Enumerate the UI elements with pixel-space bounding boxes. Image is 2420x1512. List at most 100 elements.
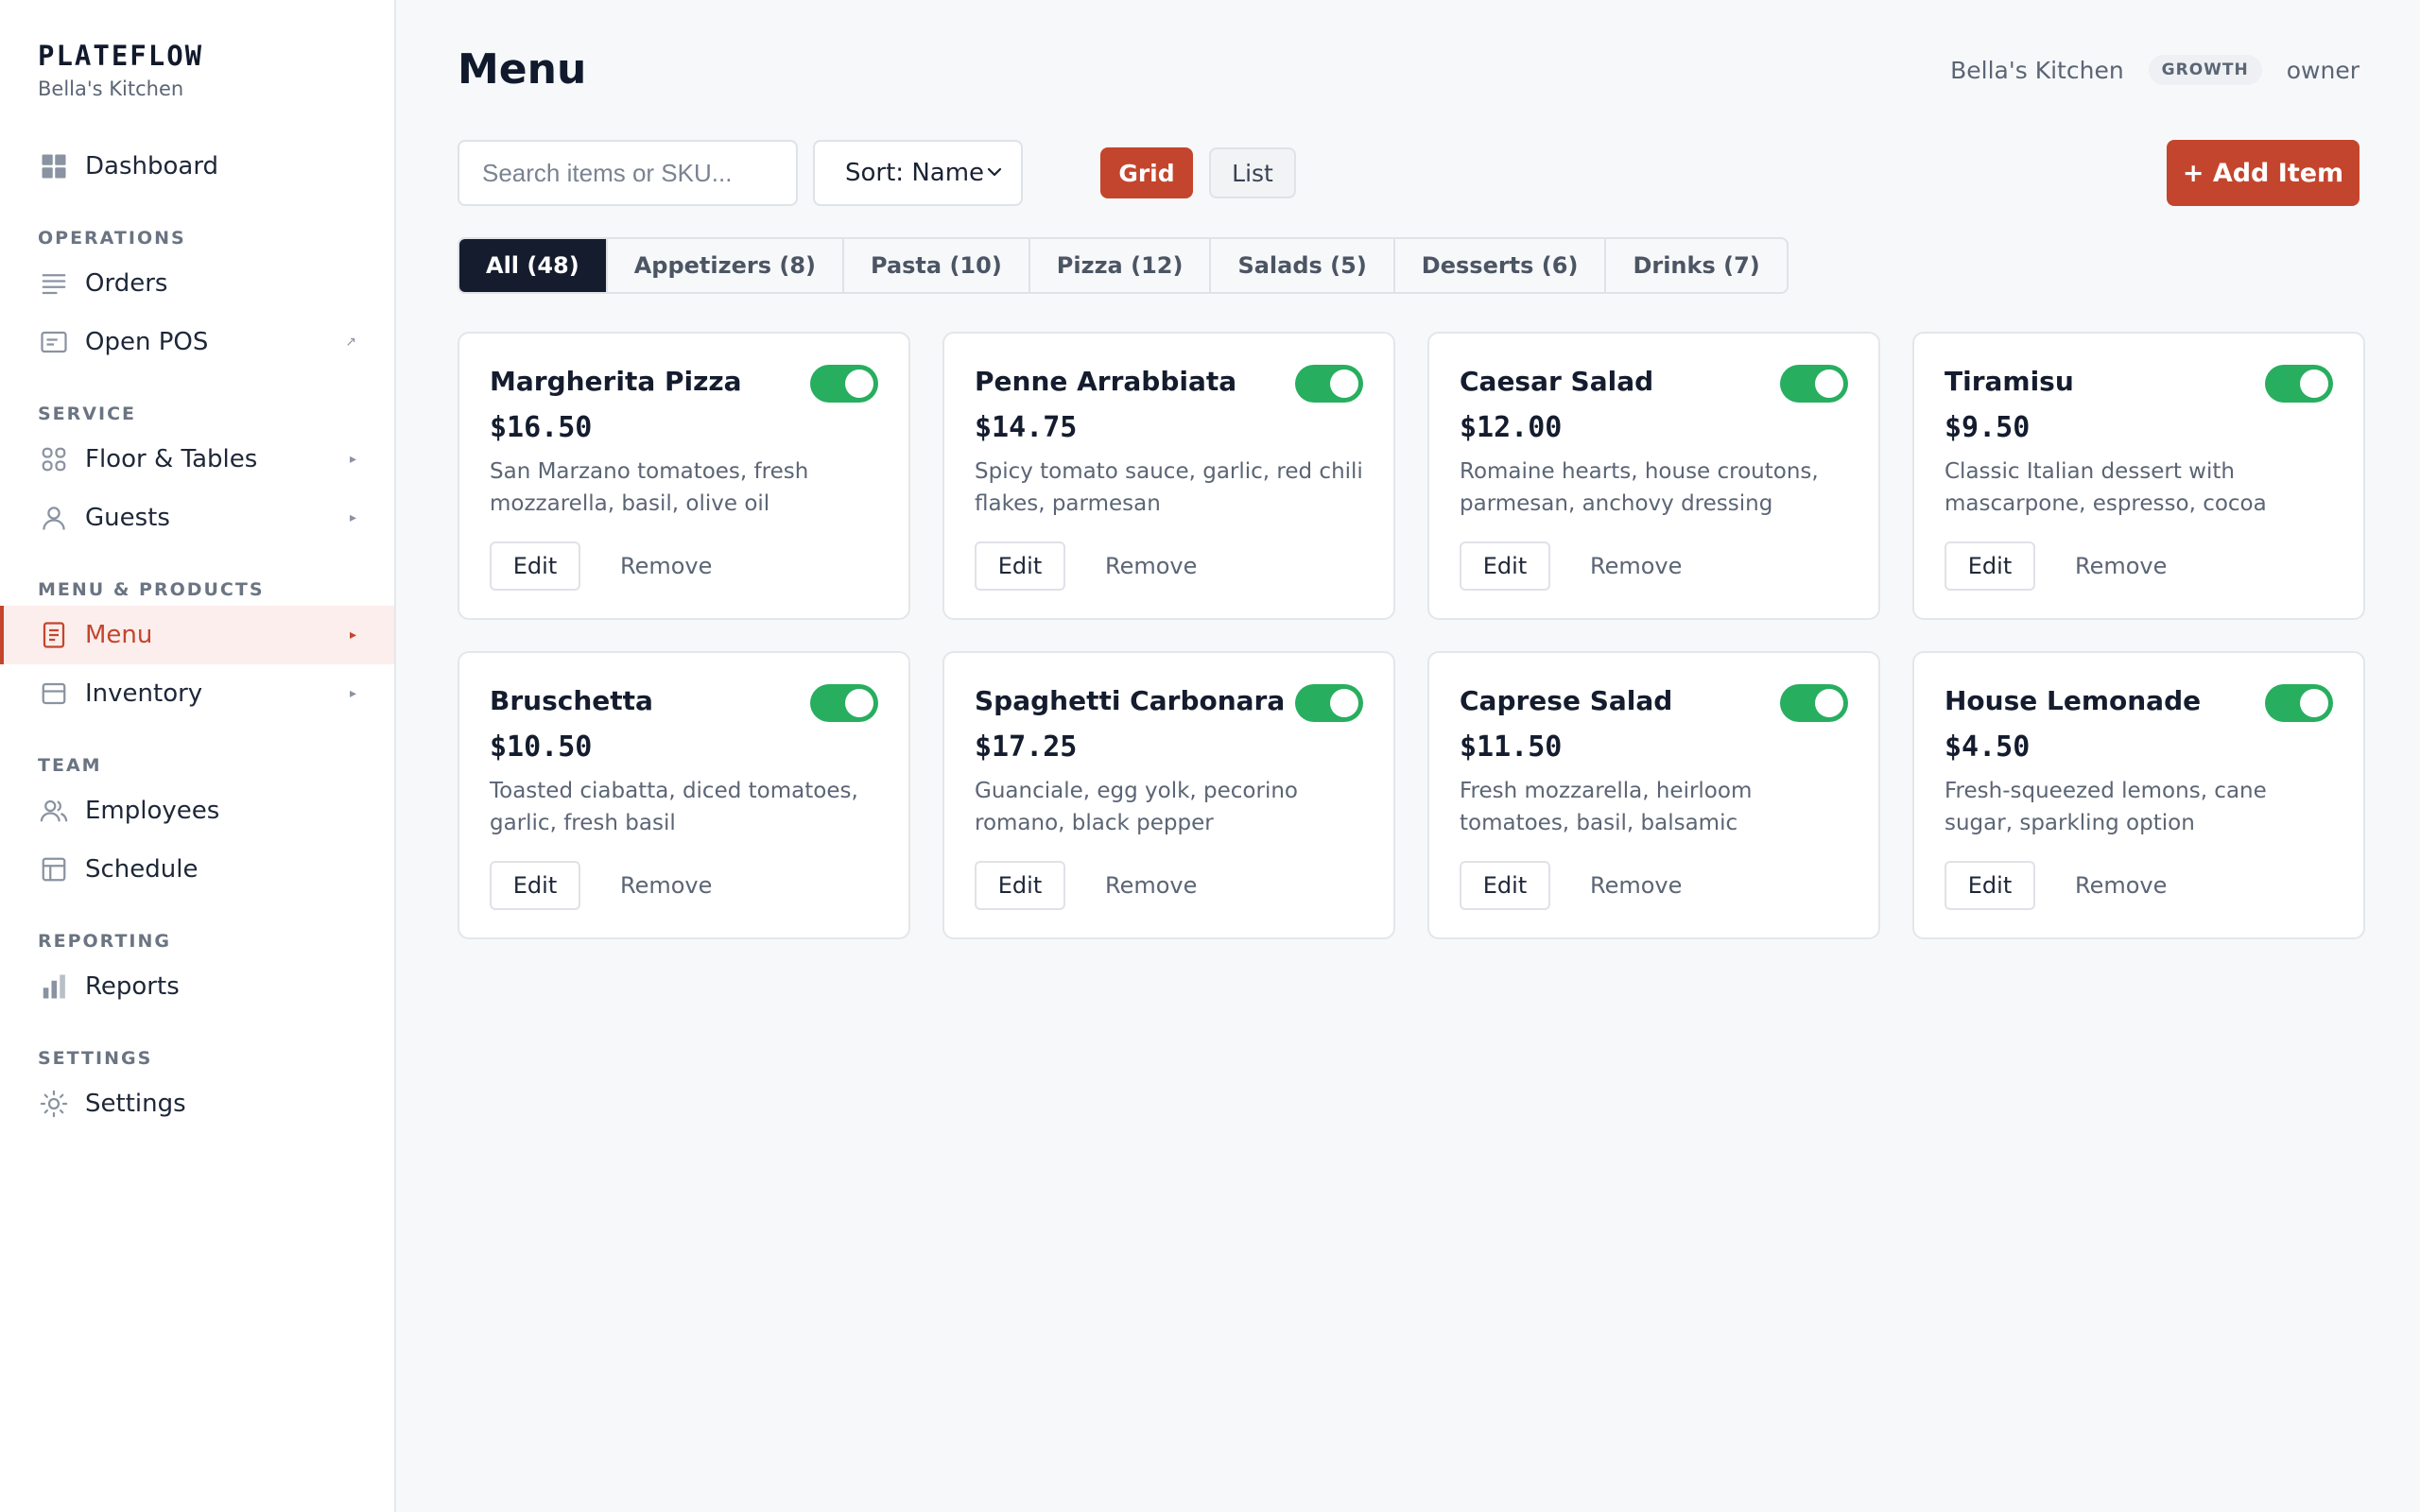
menu-item-card: House Lemonade $4.50 Fresh-squeezed lemons… xyxy=(1912,651,2365,939)
sidebar-item-reports[interactable]: Reports xyxy=(0,957,394,1016)
availability-toggle[interactable] xyxy=(810,684,878,722)
sidebar-item-floor-tables[interactable]: Floor & Tables ▸ xyxy=(0,430,394,489)
sidebar-item-menu[interactable]: Menu ▸ xyxy=(0,606,394,664)
menu-document-icon xyxy=(36,617,72,653)
menu-item-card: Caesar Salad $12.00 Romaine hearts, house … xyxy=(1427,332,1880,620)
category-tab[interactable]: Appetizers (8) xyxy=(608,239,844,292)
add-item-button[interactable]: + Add Item xyxy=(2167,140,2360,206)
item-price: $16.50 xyxy=(490,411,593,444)
sidebar-item-guests[interactable]: Guests ▸ xyxy=(0,489,394,547)
item-description: Spicy tomato sauce, garlic, red chili fl… xyxy=(975,459,1363,516)
brand: PLATEFLOW Bella's Kitchen xyxy=(38,40,203,100)
edit-button[interactable]: Edit xyxy=(975,541,1065,591)
remove-button[interactable]: Remove xyxy=(1590,861,1682,910)
remove-button[interactable]: Remove xyxy=(2075,861,2167,910)
remove-button[interactable]: Remove xyxy=(1590,541,1682,591)
menu-item-card: Margherita Pizza $16.50 San Marzano tomato… xyxy=(458,332,910,620)
item-description: Romaine hearts, house croutons, parmesan… xyxy=(1460,459,1819,516)
toggle-knob xyxy=(2300,689,2328,717)
sort-select[interactable]: Sort: Name xyxy=(813,140,1023,206)
sidebar-item-label: Open POS xyxy=(85,328,209,356)
sidebar-item-label: Orders xyxy=(85,269,168,298)
availability-toggle[interactable] xyxy=(1780,684,1848,722)
item-description: Classic Italian dessert with mascarpone,… xyxy=(1945,459,2267,516)
sort-select-value: Sort: Name xyxy=(845,159,985,187)
menu-item-card: Spaghetti Carbonara $17.25 Guanciale, egg … xyxy=(942,651,1395,939)
availability-toggle[interactable] xyxy=(1780,365,1848,403)
toggle-knob xyxy=(1330,369,1358,398)
terminal-icon xyxy=(36,324,72,360)
menu-toolbar: Sort: Name Grid List + Add Item xyxy=(458,140,2360,206)
sidebar-item-open-pos[interactable]: Open POS ↗ xyxy=(0,313,394,371)
sidebar-item-label: Dashboard xyxy=(85,152,219,180)
edit-button[interactable]: Edit xyxy=(1460,541,1550,591)
brand-logo[interactable]: PLATEFLOW xyxy=(38,40,203,72)
nav-section-menu-products: MENU & PRODUCTS xyxy=(38,579,265,600)
edit-button[interactable]: Edit xyxy=(1945,861,2035,910)
item-price: $11.50 xyxy=(1460,730,1563,764)
sidebar-item-label: Guests xyxy=(85,504,170,532)
sidebar-item-label: Reports xyxy=(85,972,180,1001)
sidebar: PLATEFLOW Bella's Kitchen Dashboard OPER… xyxy=(0,0,396,1512)
menu-item-card: Penne Arrabbiata $14.75 Spicy tomato sauce… xyxy=(942,332,1395,620)
sidebar-item-label: Employees xyxy=(85,797,220,825)
chevron-right-icon: ▸ xyxy=(349,627,356,643)
sidebar-item-dashboard[interactable]: Dashboard xyxy=(0,137,394,196)
item-name: Penne Arrabbiata xyxy=(975,366,1237,397)
remove-button[interactable]: Remove xyxy=(1105,861,1197,910)
sidebar-item-orders[interactable]: Orders xyxy=(0,254,394,313)
remove-button[interactable]: Remove xyxy=(1105,541,1197,591)
edit-button[interactable]: Edit xyxy=(1460,861,1550,910)
main-content: Menu Bella's Kitchen GROWTH owner Sort: … xyxy=(397,0,2420,1512)
category-tab[interactable]: All (48) xyxy=(459,239,608,292)
availability-toggle[interactable] xyxy=(1295,684,1363,722)
toggle-knob xyxy=(845,369,873,398)
gear-icon xyxy=(36,1086,72,1122)
sidebar-item-settings[interactable]: Settings xyxy=(0,1074,394,1133)
remove-button[interactable]: Remove xyxy=(620,541,712,591)
edit-button[interactable]: Edit xyxy=(1945,541,2035,591)
sidebar-item-employees[interactable]: Employees xyxy=(0,782,394,840)
restaurant-name[interactable]: Bella's Kitchen xyxy=(1950,57,2124,84)
category-tab[interactable]: Drinks (7) xyxy=(1606,239,1786,292)
item-name: House Lemonade xyxy=(1945,685,2202,716)
search-input[interactable] xyxy=(458,140,798,206)
toggle-knob xyxy=(1815,369,1843,398)
toggle-knob xyxy=(1815,689,1843,717)
category-tab[interactable]: Desserts (6) xyxy=(1395,239,1607,292)
item-description: Toasted ciabatta, diced tomatoes, garlic… xyxy=(490,779,858,835)
edit-button[interactable]: Edit xyxy=(490,541,580,591)
list-view-button[interactable]: List xyxy=(1209,147,1296,198)
item-description: San Marzano tomatoes, fresh mozzarella, … xyxy=(490,459,809,516)
category-tab[interactable]: Pizza (12) xyxy=(1030,239,1212,292)
availability-toggle[interactable] xyxy=(810,365,878,403)
edit-button[interactable]: Edit xyxy=(975,861,1065,910)
availability-toggle[interactable] xyxy=(1295,365,1363,403)
chevron-down-icon xyxy=(987,167,1002,177)
sidebar-item-label: Menu xyxy=(85,621,153,649)
restaurant-name: Bella's Kitchen xyxy=(38,77,184,100)
dashboard-icon xyxy=(36,148,72,184)
category-tab[interactable]: Salads (5) xyxy=(1211,239,1395,292)
item-name: Bruschetta xyxy=(490,685,653,716)
nav-section-settings: SETTINGS xyxy=(38,1048,153,1069)
category-tab[interactable]: Pasta (10) xyxy=(844,239,1030,292)
remove-button[interactable]: Remove xyxy=(2075,541,2167,591)
user-role[interactable]: owner xyxy=(2287,57,2360,84)
sidebar-item-label: Settings xyxy=(85,1090,186,1118)
users-icon xyxy=(36,793,72,829)
availability-toggle[interactable] xyxy=(2265,365,2333,403)
sidebar-item-inventory[interactable]: Inventory ▸ xyxy=(0,664,394,723)
grid-view-button[interactable]: Grid xyxy=(1100,147,1193,198)
item-name: Spaghetti Carbonara xyxy=(975,685,1286,716)
remove-button[interactable]: Remove xyxy=(620,861,712,910)
box-icon xyxy=(36,676,72,712)
chevron-right-icon: ▸ xyxy=(349,452,356,467)
item-price: $9.50 xyxy=(1945,411,2031,444)
category-tabs: All (48) Appetizers (8) Pasta (10) Pizza (1… xyxy=(458,237,1789,294)
item-description: Fresh-squeezed lemons, cane sugar, spark… xyxy=(1945,779,2267,835)
edit-button[interactable]: Edit xyxy=(490,861,580,910)
menu-item-card: Caprese Salad $11.50 Fresh mozzarella, hei… xyxy=(1427,651,1880,939)
sidebar-item-schedule[interactable]: Schedule xyxy=(0,840,394,899)
availability-toggle[interactable] xyxy=(2265,684,2333,722)
